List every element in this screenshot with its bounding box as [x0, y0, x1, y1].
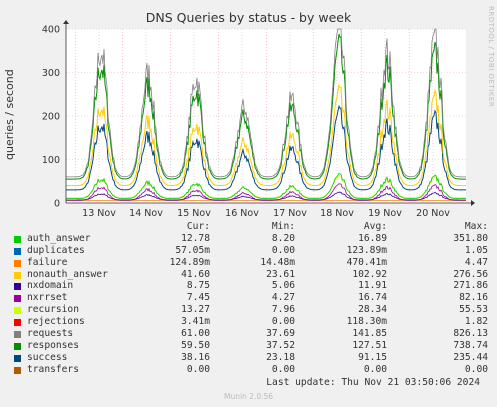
legend-swatch	[14, 259, 21, 267]
legend-max-value: 235.44	[453, 351, 488, 363]
legend-max-value: 55.53	[459, 304, 488, 316]
legend-header-cur: Cur:	[186, 221, 210, 232]
legend-min-value: 4.27	[271, 292, 295, 304]
legend-series-name: rejections	[27, 316, 85, 328]
legend-swatch	[14, 366, 21, 374]
legend-cur-value: 7.45	[186, 292, 210, 304]
legend-cur-value: 8.75	[186, 280, 210, 292]
legend-header-max: Max:	[464, 221, 488, 232]
y-tick-label: 400	[42, 25, 60, 36]
legend-series-name: recursion	[27, 304, 79, 316]
legend-header-min: Min:	[271, 221, 295, 232]
legend-max-value: 1.82	[464, 316, 488, 328]
legend-cur-value: 57.05m	[175, 244, 210, 256]
legend-avg-value: 28.34	[358, 304, 387, 316]
legend-min-value: 0.00	[271, 363, 295, 375]
legend-cur-value: 59.50	[181, 339, 210, 351]
legend-swatch	[14, 271, 21, 279]
y-tick-label: 200	[42, 112, 60, 123]
legend-max-value: 826.13	[453, 328, 488, 340]
x-tick-label: 17 Nov	[273, 208, 307, 219]
legend-header-avg: Avg:	[363, 221, 387, 232]
legend-cur-value: 0.00	[186, 363, 210, 375]
legend-avg-value: 123.89m	[346, 244, 387, 256]
legend-min-value: 7.96	[271, 304, 295, 316]
legend-max-value: 276.56	[453, 268, 488, 280]
legend-cur-value: 3.41m	[181, 316, 210, 328]
x-tick-label: 16 Nov	[225, 208, 259, 219]
legend-series-name: requests	[27, 328, 74, 340]
legend-avg-value: 118.30m	[346, 316, 387, 328]
legend-avg-value: 16.89	[358, 232, 387, 244]
x-tick-label: 15 Nov	[177, 208, 211, 219]
x-tick-label: 19 Nov	[368, 208, 402, 219]
legend-min-value: 0.00	[271, 316, 295, 328]
x-tick-label: 14 Nov	[129, 208, 163, 219]
x-tick-label: 13 Nov	[82, 208, 116, 219]
legend-swatch	[14, 354, 21, 362]
legend-series-name: nonauth_answer	[27, 268, 108, 280]
legend-min-value: 37.52	[266, 339, 295, 351]
legend-min-value: 37.69	[266, 328, 295, 340]
legend-avg-value: 0.00	[363, 363, 387, 375]
x-axis-arrow	[471, 200, 475, 206]
legend-cur-value: 13.27	[181, 304, 210, 316]
legend-swatch	[14, 295, 21, 303]
legend-avg-value: 16.74	[358, 292, 387, 304]
legend-series-name: responses	[27, 339, 79, 351]
legend-max-value: 0.00	[464, 363, 488, 375]
legend-avg-value: 470.41m	[346, 256, 387, 268]
legend-max-value: 271.86	[453, 280, 488, 292]
legend-avg-value: 91.15	[358, 351, 387, 363]
legend-cur-value: 124.89m	[169, 256, 210, 268]
legend-swatch	[14, 342, 21, 350]
legend-swatch	[14, 307, 21, 315]
legend-max-value: 82.16	[459, 292, 488, 304]
legend-max-value: 1.05	[464, 244, 488, 256]
legend-cur-value: 61.00	[181, 328, 210, 340]
y-tick-label: 0	[54, 199, 60, 210]
legend-max-value: 4.47	[464, 256, 488, 268]
legend-avg-value: 127.51	[352, 339, 387, 351]
legend-max-value: 738.74	[453, 339, 488, 351]
legend-cur-value: 12.78	[181, 232, 210, 244]
legend-swatch	[14, 283, 21, 291]
legend-avg-value: 102.92	[352, 268, 387, 280]
y-tick-label: 100	[42, 155, 60, 166]
legend-avg-value: 141.85	[352, 328, 387, 340]
x-tick-label: 20 Nov	[416, 208, 450, 219]
legend-series-name: duplicates	[27, 244, 85, 256]
legend-swatch	[14, 331, 21, 339]
legend-series-name: nxdomain	[27, 280, 74, 292]
x-tick-label: 18 Nov	[320, 208, 354, 219]
legend-series-name: success	[27, 351, 68, 363]
legend-swatch	[14, 247, 21, 255]
legend-series-name: failure	[27, 256, 68, 268]
legend-swatch	[14, 235, 21, 243]
y-tick-label: 300	[42, 68, 60, 79]
legend-series-name: transfers	[27, 363, 79, 375]
legend-cur-value: 38.16	[181, 351, 210, 363]
legend-min-value: 23.18	[266, 351, 295, 363]
legend-max-value: 351.80	[453, 232, 488, 244]
legend-min-value: 23.61	[266, 268, 295, 280]
legend-min-value: 8.20	[271, 232, 295, 244]
legend-swatch	[14, 319, 21, 327]
legend-series-name: auth_answer	[27, 232, 91, 244]
y-axis-arrow	[63, 20, 69, 24]
legend-series-name: nxrrset	[27, 292, 68, 304]
last-update: Last update: Thu Nov 21 03:50:06 2024	[266, 377, 480, 388]
legend-min-value: 14.48m	[260, 256, 295, 268]
legend-min-value: 0.00	[271, 244, 295, 256]
legend-cur-value: 41.60	[181, 268, 210, 280]
legend-min-value: 5.06	[271, 280, 295, 292]
legend-avg-value: 11.91	[358, 280, 387, 292]
munin-version: Munin 2.0.56	[223, 392, 274, 401]
